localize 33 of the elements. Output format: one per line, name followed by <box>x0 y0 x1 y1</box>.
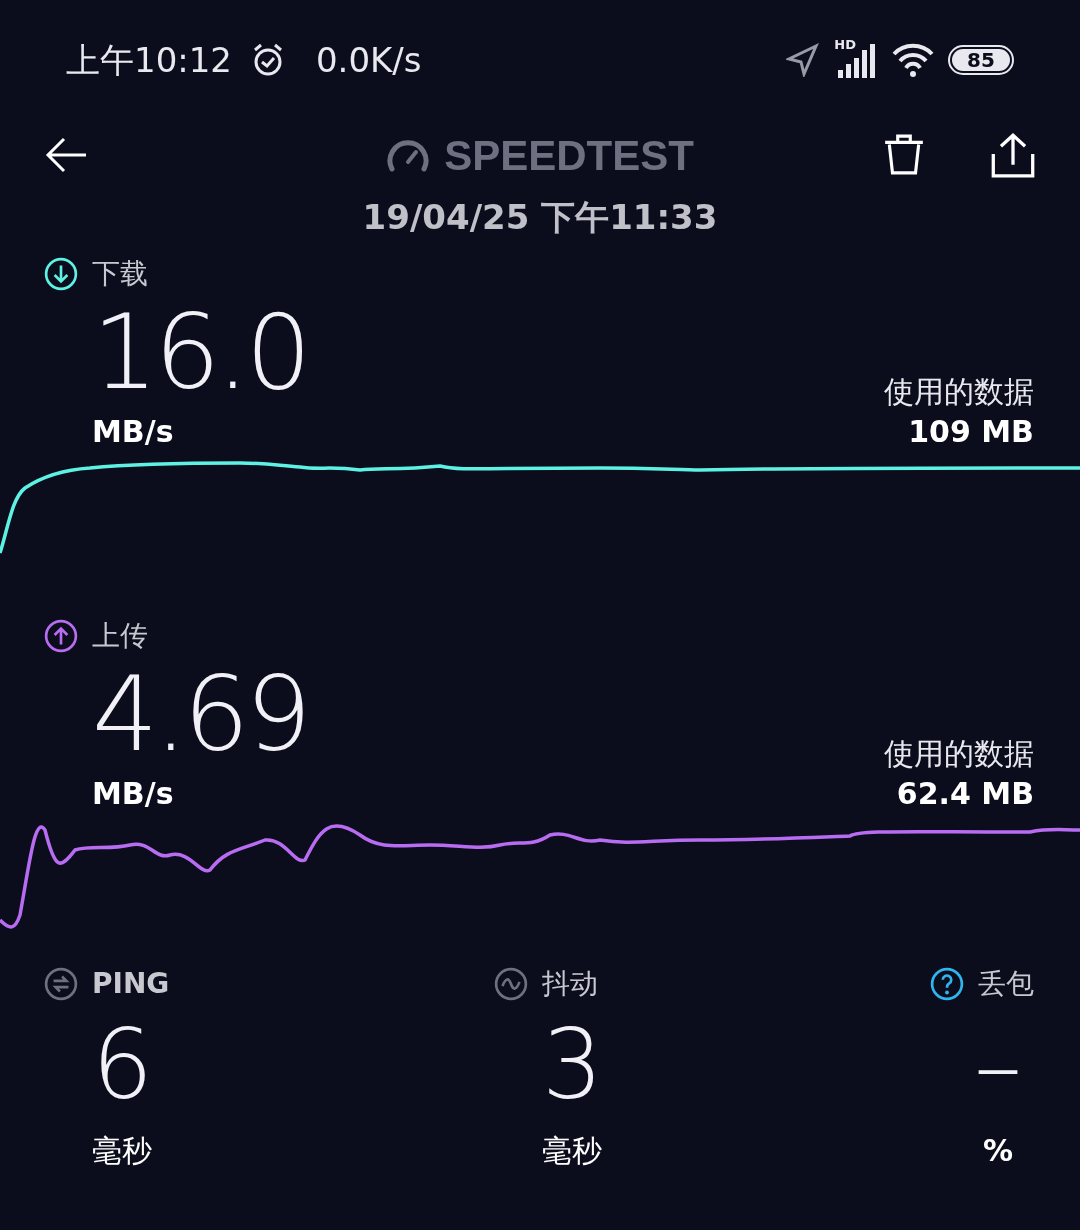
data-used-value: 109 MB <box>908 413 1034 451</box>
data-used-label: 使用的数据 <box>884 373 1034 411</box>
ping-icon <box>44 967 78 1001</box>
speed-value: 16.0 <box>92 292 308 412</box>
location-arrow-icon <box>786 43 821 77</box>
metric-label: 丢包 <box>978 966 1034 1002</box>
speed-unit: MB/s <box>92 775 175 813</box>
network-type-label: HD <box>834 38 856 52</box>
metric-unit: 毫秒 <box>92 1132 152 1170</box>
speed-unit: MB/s <box>92 413 175 451</box>
battery-level: 85 <box>952 49 1010 71</box>
metric-value: 3 <box>542 1008 604 1123</box>
speed-value: 4.69 <box>92 654 308 774</box>
data-used-label: 使用的数据 <box>884 735 1034 773</box>
wave-icon <box>494 967 528 1001</box>
trash-icon[interactable] <box>882 133 926 177</box>
network-speed: 0.0K/s <box>316 38 422 82</box>
status-time: 上午10:12 <box>66 38 232 82</box>
metric-unit: 毫秒 <box>542 1132 602 1170</box>
help-icon[interactable] <box>930 967 964 1001</box>
test-label: 上传 <box>92 618 148 654</box>
share-icon[interactable] <box>990 132 1036 178</box>
metric-value: – <box>974 1008 1022 1123</box>
signal-icon <box>836 42 876 78</box>
app-title: SPEEDTEST <box>444 130 694 181</box>
test-label: 下载 <box>92 256 148 292</box>
metric-label: 抖动 <box>542 966 598 1002</box>
data-used-value: 62.4 MB <box>896 775 1034 813</box>
metric-value: 6 <box>92 1008 154 1123</box>
metric-unit: % <box>982 1132 1014 1170</box>
metric-label: PING <box>92 966 170 1002</box>
test-date: 19/04/25 下午11:33 <box>361 196 719 239</box>
wifi-icon <box>892 42 934 78</box>
